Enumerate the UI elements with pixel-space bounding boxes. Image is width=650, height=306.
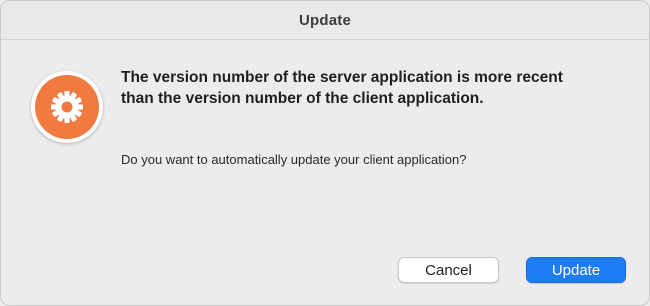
dialog-title: Update — [298, 11, 352, 29]
update-dialog: Update The version number of the server … — [0, 0, 650, 306]
dialog-headline: The version number of the server applica… — [121, 67, 621, 109]
gear-icon — [31, 71, 103, 143]
headline-line-2: than the version number of the client ap… — [121, 90, 484, 107]
dialog-titlebar: Update — [1, 1, 649, 40]
update-button[interactable]: Update — [526, 257, 626, 283]
cancel-button[interactable]: Cancel — [398, 257, 499, 283]
dialog-message: Do you want to automatically update your… — [121, 152, 467, 167]
headline-line-1: The version number of the server applica… — [121, 69, 563, 86]
